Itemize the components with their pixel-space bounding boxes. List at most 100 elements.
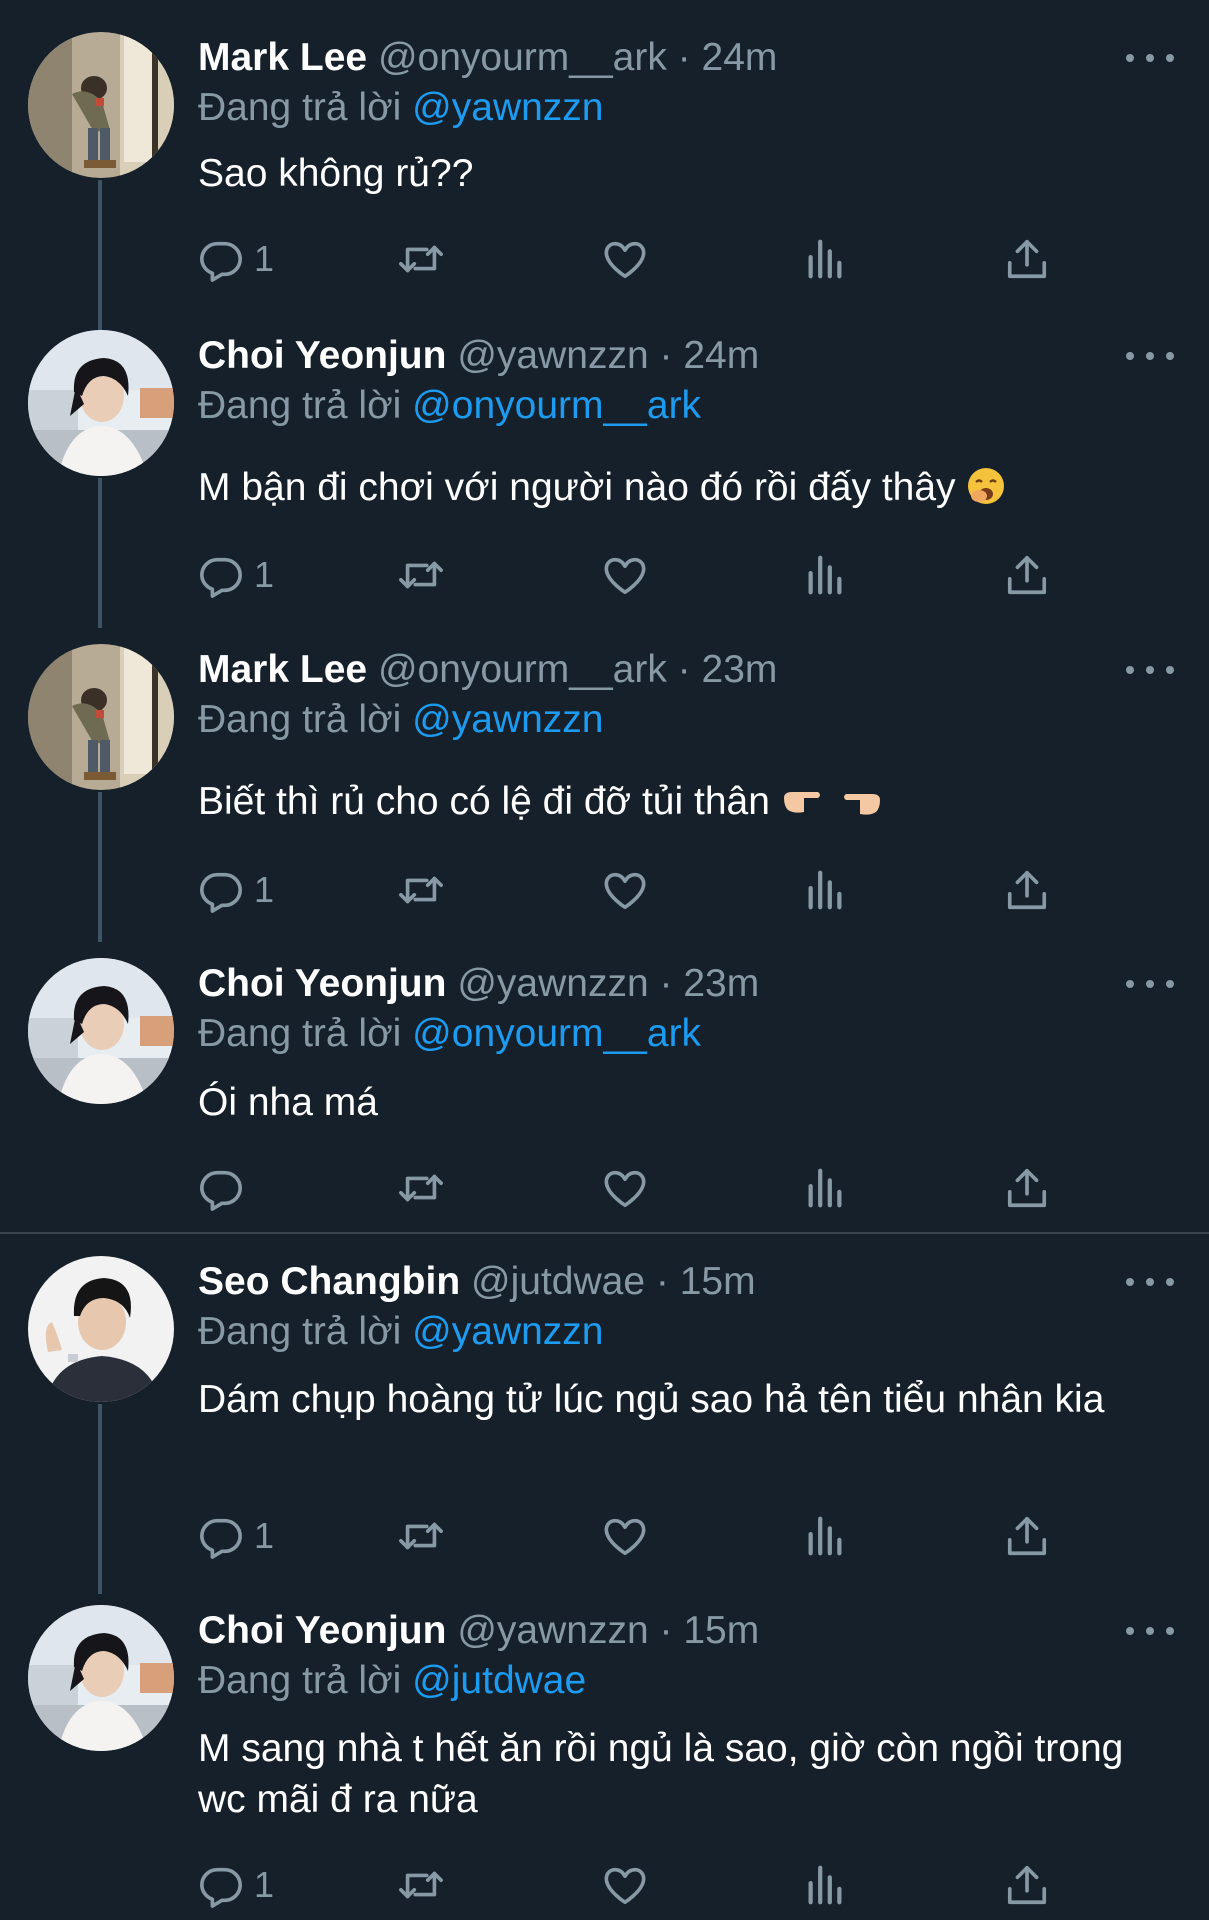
share-button[interactable] [1004,864,1050,916]
display-name[interactable]: Choi Yeonjun [198,1609,446,1652]
more-icon[interactable] [1126,656,1174,684]
retweet-icon [398,236,444,282]
share-button[interactable] [1004,233,1050,285]
analytics-button[interactable] [802,1510,848,1562]
tweet[interactable]: Mark Lee @onyourm__ark · 24m Đang trả lờ… [0,0,1209,330]
mention-link[interactable]: @yawnzzn [412,1310,603,1353]
more-icon[interactable] [1126,970,1174,998]
timestamp[interactable]: 24m [683,334,759,377]
like-button[interactable] [602,233,648,285]
like-button[interactable] [602,1859,648,1911]
timestamp[interactable]: 23m [683,962,759,1005]
tweet-actions: 1 [198,1859,1058,1911]
analytics-button[interactable] [802,549,848,601]
reply-button[interactable]: 1 [198,233,274,285]
timestamp[interactable]: 15m [680,1260,756,1303]
timestamp[interactable]: 24m [702,36,778,79]
analytics-button[interactable] [802,1162,848,1214]
reply-button[interactable]: 1 [198,1510,274,1562]
replying-label: Đang trả lời [198,1659,402,1702]
tweet-text: Dám chụp hoàng tử lúc ngủ sao hả tên tiể… [198,1374,1158,1425]
share-button[interactable] [1004,1859,1050,1911]
analytics-button[interactable] [802,864,848,916]
username[interactable]: @jutdwae [471,1260,645,1303]
more-icon[interactable] [1126,1617,1174,1645]
username[interactable]: @onyourm__ark [378,36,667,79]
separator-dot: · [677,36,691,79]
tweet[interactable]: Choi Yeonjun @yawnzzn · 24m Đang trả lời… [0,298,1209,628]
analytics-icon [802,1862,848,1908]
avatar[interactable] [28,644,174,790]
avatar[interactable] [28,330,174,476]
analytics-icon [802,867,848,913]
reply-button[interactable] [198,1162,254,1214]
reply-count: 1 [254,554,275,595]
separator-dot: · [659,334,673,377]
more-icon[interactable] [1126,44,1174,72]
share-icon [1004,552,1050,598]
more-icon[interactable] [1126,1268,1174,1296]
tweet[interactable]: Mark Lee @onyourm__ark · 23m Đang trả lờ… [0,612,1209,942]
tweet[interactable]: Choi Yeonjun @yawnzzn · 23m Đang trả lời… [0,926,1209,1234]
like-button[interactable] [602,1162,648,1214]
reply-timeline: Mark Lee @onyourm__ark · 24m Đang trả lờ… [0,0,1209,1920]
tweet-text-content: Biết thì rủ cho có lệ đi đỡ tủi thân [198,780,770,823]
avatar[interactable] [28,32,174,178]
retweet-button[interactable] [398,864,444,916]
reply-button[interactable]: 1 [198,1859,274,1911]
reply-icon [198,236,244,282]
share-icon [1004,1862,1050,1908]
mention-link[interactable]: @onyourm__ark [412,384,701,427]
separator-dot: · [655,1260,669,1303]
share-button[interactable] [1004,1162,1050,1214]
reply-button[interactable]: 1 [198,549,274,601]
avatar[interactable] [28,958,174,1104]
username[interactable]: @yawnzzn [457,1609,648,1652]
share-button[interactable] [1004,1510,1050,1562]
tweet-header: Choi Yeonjun @yawnzzn · 15m [198,1607,759,1655]
replying-to: Đang trả lời @jutdwae [198,1657,586,1705]
mention-link[interactable]: @yawnzzn [412,86,603,129]
retweet-button[interactable] [398,1859,444,1911]
heart-icon [602,1862,648,1908]
analytics-icon [802,1165,848,1211]
mention-link[interactable]: @jutdwae [412,1659,586,1702]
timestamp[interactable]: 23m [702,648,778,691]
tweet-actions [198,1162,1058,1214]
retweet-icon [398,1862,444,1908]
replying-label: Đang trả lời [198,384,402,427]
heart-icon [602,236,648,282]
tweet[interactable]: Seo Changbin @jutdwae · 15m Đang trả lời… [0,1224,1209,1594]
retweet-button[interactable] [398,549,444,601]
like-button[interactable] [602,1510,648,1562]
like-button[interactable] [602,864,648,916]
mention-link[interactable]: @onyourm__ark [412,1012,701,1055]
display-name[interactable]: Mark Lee [198,648,367,691]
share-button[interactable] [1004,549,1050,601]
avatar[interactable] [28,1605,174,1751]
analytics-button[interactable] [802,1859,848,1911]
more-icon[interactable] [1126,342,1174,370]
retweet-button[interactable] [398,1162,444,1214]
display-name[interactable]: Choi Yeonjun [198,334,446,377]
username[interactable]: @yawnzzn [457,334,648,377]
display-name[interactable]: Mark Lee [198,36,367,79]
mention-link[interactable]: @yawnzzn [412,698,603,741]
heart-icon [602,1513,648,1559]
timestamp[interactable]: 15m [683,1609,759,1652]
tweet-text: Biết thì rủ cho có lệ đi đỡ tủi thân [198,776,1158,827]
retweet-button[interactable] [398,1510,444,1562]
display-name[interactable]: Seo Changbin [198,1260,460,1303]
tweet[interactable]: Choi Yeonjun @yawnzzn · 15m Đang trả lời… [0,1573,1209,1920]
username[interactable]: @yawnzzn [457,962,648,1005]
like-button[interactable] [602,549,648,601]
avatar[interactable] [28,1256,174,1402]
reply-count: 1 [254,238,275,279]
reply-button[interactable]: 1 [198,864,274,916]
display-name[interactable]: Choi Yeonjun [198,962,446,1005]
thread-line [98,792,102,942]
username[interactable]: @onyourm__ark [378,648,667,691]
analytics-button[interactable] [802,233,848,285]
retweet-button[interactable] [398,233,444,285]
heart-icon [602,1165,648,1211]
